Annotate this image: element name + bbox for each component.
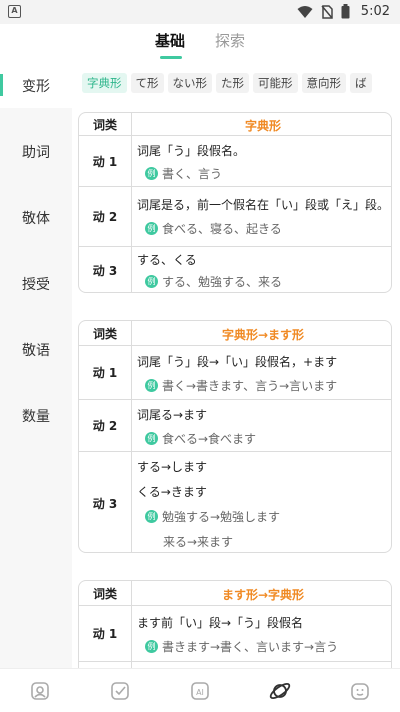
row-label: 动 3 (79, 247, 132, 292)
row-label: 动 1 (79, 346, 132, 399)
example-text: 来る→来ます (163, 535, 234, 549)
form-filter-chips: 字典形 て形 ない形 た形 可能形 意向形ば (82, 72, 400, 94)
rule-text: くる→きます (137, 485, 207, 499)
table-dictionary-to-masu: 词类 字典形→ます形 动 1 词尾「う」段→「い」段假名，+ます 例書く→書きま… (78, 320, 392, 553)
wifi-icon (297, 5, 313, 18)
table-title: 字典形 (244, 119, 281, 133)
example-text: 書く→書きます、言う→言います (162, 379, 338, 393)
rule-text: する→します (137, 460, 208, 474)
column-header: 词类 (79, 321, 132, 345)
table-masu-to-dictionary: 词类 ます形→字典形 动 1 ます前「い」段→「う」段假名 例書きます→書く、言… (78, 580, 392, 668)
top-tabs: 基础 探索 (0, 24, 400, 64)
sidebar-item-giving-receiving[interactable]: 授受 (0, 274, 72, 294)
example-icon: 例 (145, 379, 158, 392)
example-line: 例する、勉強する、来る (145, 273, 282, 290)
chip-nai-form[interactable]: ない形 (167, 73, 212, 93)
table-header-row: 词类 字典形→ます形 (79, 321, 391, 345)
sidebar-item-conjugation[interactable]: 变形 (0, 76, 72, 96)
example-icon: 例 (145, 432, 158, 445)
status-time: 5:02 (360, 4, 390, 19)
app-notification-icon: A (8, 5, 21, 18)
chip-ta-form[interactable]: た形 (216, 73, 249, 93)
rule-text: 词尾「う」段→「い」段假名，+ます (137, 355, 338, 369)
column-header: 词类 (79, 581, 132, 605)
example-text: 食べる→食べます (162, 432, 257, 446)
table-row (79, 661, 391, 668)
example-text: 書きます→書く、言います→言う (162, 640, 339, 654)
table-title: 字典形→ます形 (221, 328, 305, 342)
status-bar: A 5:02 (0, 0, 400, 24)
example-line: 例書く、言う (145, 165, 222, 182)
example-icon: 例 (145, 222, 158, 235)
example-line: 例食べる→食べます (145, 430, 256, 447)
example-line: 例書きます→書く、言います→言う (145, 638, 338, 655)
row-label: 动 2 (79, 187, 132, 246)
sidebar-item-particles[interactable]: 助词 (0, 142, 72, 162)
row-label: 动 1 (79, 606, 132, 661)
chip-te-form[interactable]: て形 (130, 73, 164, 93)
table-header-row: 词类 字典形 (79, 113, 391, 135)
chip-volitional-form[interactable]: 意向形 (301, 73, 346, 93)
table-row: 动 3 する、くる 例する、勉強する、来る (79, 246, 391, 292)
notebook-check-icon[interactable] (108, 679, 132, 703)
example-text: 食べる、寝る、起きる (162, 222, 282, 236)
tab-basics[interactable]: 基础 (155, 30, 185, 51)
ai-assistant-icon[interactable]: AI (188, 679, 212, 703)
chip-potential-form[interactable]: 可能形 (253, 73, 298, 93)
row-label: 动 2 (79, 400, 132, 451)
row-label: 动 1 (79, 136, 132, 186)
sidebar: 变形 助词 敬体 授受 敬语 数量 (0, 64, 72, 668)
row-label: 动 3 (79, 452, 132, 552)
column-header: 词类 (79, 113, 132, 135)
example-icon: 例 (145, 167, 158, 180)
smiley-profile-icon[interactable] (348, 679, 372, 703)
rule-text: 词尾「う」段假名。 (137, 144, 246, 158)
profile-card-icon[interactable] (28, 679, 52, 703)
table-dictionary-form: 词类 字典形 动 1 词尾「う」段假名。 例書く、言う 动 2 词尾是る，前一个… (78, 112, 392, 293)
example-icon: 例 (145, 275, 158, 288)
example-line: 来る→来ます (163, 533, 233, 550)
chip-ba-form[interactable]: ば (350, 73, 372, 93)
content-area: 词类 字典形 动 1 词尾「う」段假名。 例書く、言う 动 2 词尾是る，前一个… (78, 104, 392, 668)
active-tab-indicator (160, 56, 182, 59)
chip-dictionary-form[interactable]: 字典形 (82, 73, 127, 93)
example-line: 例書く→書きます、言う→言います (145, 377, 337, 394)
table-row: 动 1 ます前「い」段→「う」段假名 例書きます→書く、言います→言う (79, 605, 391, 661)
svg-text:AI: AI (196, 688, 204, 697)
table-row: 动 1 词尾「う」段假名。 例書く、言う (79, 135, 391, 186)
example-icon: 例 (145, 640, 158, 653)
table-title: ます形→字典形 (221, 588, 305, 602)
table-row: 动 2 词尾是る，前一个假名在「い」段或「え」段。 例食べる、寝る、起きる (79, 186, 391, 246)
example-line: 例食べる、寝る、起きる (145, 220, 282, 237)
table-row: 动 3 する→します くる→きます 例勉強する→勉強します 来る→来ます (79, 451, 391, 552)
example-icon: 例 (145, 510, 158, 523)
example-text: 勉強する→勉強します (162, 510, 281, 524)
no-sim-icon (321, 4, 333, 19)
example-text: 書く、言う (162, 167, 223, 181)
example-text: する、勉強する、来る (162, 275, 283, 289)
sidebar-item-polite-form[interactable]: 敬体 (0, 208, 72, 228)
rule-text: 词尾る→ます (137, 408, 208, 422)
rule-text: 词尾是る，前一个假名在「い」段或「え」段。 (137, 198, 390, 212)
sidebar-item-honorifics[interactable]: 敬语 (0, 340, 72, 360)
sidebar-item-counters[interactable]: 数量 (0, 406, 72, 426)
planet-explore-icon[interactable] (268, 679, 292, 703)
rule-text: ます前「い」段→「う」段假名 (137, 616, 304, 630)
table-row: 动 1 词尾「う」段→「い」段假名，+ます 例書く→書きます、言う→言います (79, 345, 391, 399)
table-row: 动 2 词尾る→ます 例食べる→食べます (79, 399, 391, 451)
tab-explore[interactable]: 探索 (215, 30, 245, 51)
battery-icon (341, 4, 350, 19)
example-line: 例勉強する→勉強します (145, 508, 280, 525)
bottom-navigation: AI (0, 668, 400, 712)
status-icons (297, 4, 350, 19)
table-header-row: 词类 ます形→字典形 (79, 581, 391, 605)
rule-text: する、くる (137, 253, 197, 267)
